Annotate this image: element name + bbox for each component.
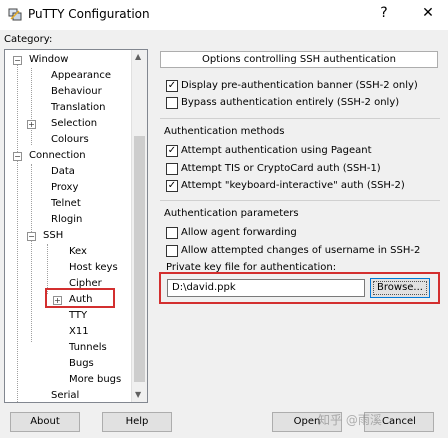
tree-item-label: TTY (69, 310, 88, 321)
tree-item-label: Telnet (51, 198, 81, 209)
auth-highlight-box (45, 288, 115, 308)
tree-line (47, 244, 48, 294)
scroll-down-icon[interactable]: ▼ (135, 390, 141, 399)
checkbox-label: Attempt authentication using Pageant (181, 145, 372, 156)
tree-item-tty[interactable]: TTY (69, 308, 87, 324)
checkbox-unchecked[interactable] (166, 97, 178, 109)
tree-item-label: Bugs (69, 358, 94, 369)
checkbox-unchecked[interactable] (166, 163, 178, 175)
tree-item-label: Data (51, 166, 75, 177)
tree-item-host-keys[interactable]: Host keys (69, 260, 118, 276)
scroll-up-icon[interactable]: ▲ (135, 52, 141, 61)
auth-params-label: Authentication parameters (164, 208, 299, 219)
group-divider (160, 118, 440, 119)
title-bar: PuTTY Configuration ? ✕ (0, 0, 448, 30)
category-tree[interactable]: − Window Appearance Behaviour Translatio… (4, 49, 148, 403)
about-button[interactable]: About (10, 412, 80, 432)
tree-item-tunnels[interactable]: Tunnels (69, 340, 107, 356)
checkbox-unchecked[interactable] (166, 227, 178, 239)
tree-item-label: Tunnels (69, 342, 107, 353)
help-title-button[interactable]: ? (374, 5, 394, 21)
tree-item-label: Kex (69, 246, 87, 257)
checkbox-label: Bypass authentication entirely (SSH-2 on… (181, 97, 400, 108)
checkbox-label: Display pre-authentication banner (SSH-2… (181, 80, 418, 91)
checkbox-label: Allow attempted changes of username in S… (181, 245, 421, 256)
collapse-icon[interactable]: − (27, 232, 36, 241)
tree-item-kex[interactable]: Kex (69, 244, 87, 260)
close-icon[interactable]: ✕ (418, 5, 438, 21)
tree-item-x11[interactable]: X11 (69, 324, 89, 340)
tree-item-label: Connection (29, 150, 86, 161)
checkbox-label: Attempt TIS or CryptoCard auth (SSH-1) (181, 163, 381, 174)
tree-item-behaviour[interactable]: Behaviour (51, 84, 102, 100)
checkbox-checked[interactable]: ✓ (166, 80, 178, 92)
category-label: Category: (4, 34, 53, 45)
tree-item-label: More bugs (69, 374, 122, 385)
tree-line (17, 62, 18, 402)
tree-item-label: Window (29, 54, 69, 65)
expand-icon[interactable]: + (27, 120, 36, 129)
tree-item-label: Appearance (51, 70, 112, 81)
tree-item-rlogin[interactable]: Rlogin (51, 212, 82, 228)
tree-scrollbar[interactable]: ▲ ▼ (131, 50, 147, 402)
checkbox-checked[interactable]: ✓ (166, 180, 178, 192)
tree-item-label: Translation (51, 102, 106, 113)
tree-item-label: X11 (69, 326, 89, 337)
checkbox-unchecked[interactable] (166, 245, 178, 257)
tree-item-appearance[interactable]: Appearance (51, 68, 111, 84)
tree-item-serial[interactable]: Serial (51, 388, 80, 402)
checkbox-checked[interactable]: ✓ (166, 145, 178, 157)
checkbox-label: Attempt "keyboard-interactive" auth (SSH… (181, 180, 405, 191)
collapse-icon[interactable]: − (13, 152, 22, 161)
tree-item-label: Proxy (51, 182, 79, 193)
group-divider (160, 200, 440, 201)
keyfile-highlight-box (159, 272, 440, 304)
tree-item-colours[interactable]: Colours (51, 132, 89, 148)
tree-item-telnet[interactable]: Telnet (51, 196, 81, 212)
tree-line (31, 164, 32, 342)
tree-item-data[interactable]: Data (51, 164, 75, 180)
tree-item-label: Rlogin (51, 214, 83, 225)
scroll-thumb[interactable] (134, 136, 145, 382)
tree-item-label: Colours (51, 134, 89, 145)
tree-item-more-bugs[interactable]: More bugs (69, 372, 121, 388)
help-button[interactable]: Help (102, 412, 172, 432)
panel-header: Options controlling SSH authentication (160, 51, 438, 68)
watermark: 知乎 @雨溪 (318, 413, 382, 427)
tree-item-label: Behaviour (51, 86, 102, 97)
putty-app-icon (8, 8, 22, 21)
tree-item-label: SSH (43, 230, 64, 241)
tree-item-proxy[interactable]: Proxy (51, 180, 78, 196)
tree-item-bugs[interactable]: Bugs (69, 356, 94, 372)
checkbox-label: Allow agent forwarding (181, 227, 297, 238)
tree-item-translation[interactable]: Translation (51, 100, 106, 116)
window-title: PuTTY Configuration (28, 7, 150, 21)
collapse-icon[interactable]: − (13, 56, 22, 65)
auth-methods-label: Authentication methods (164, 126, 285, 137)
tree-item-label: Serial (51, 390, 80, 401)
tree-item-label: Selection (51, 118, 98, 129)
tree-item-label: Host keys (69, 262, 118, 273)
tree-line (31, 68, 32, 145)
